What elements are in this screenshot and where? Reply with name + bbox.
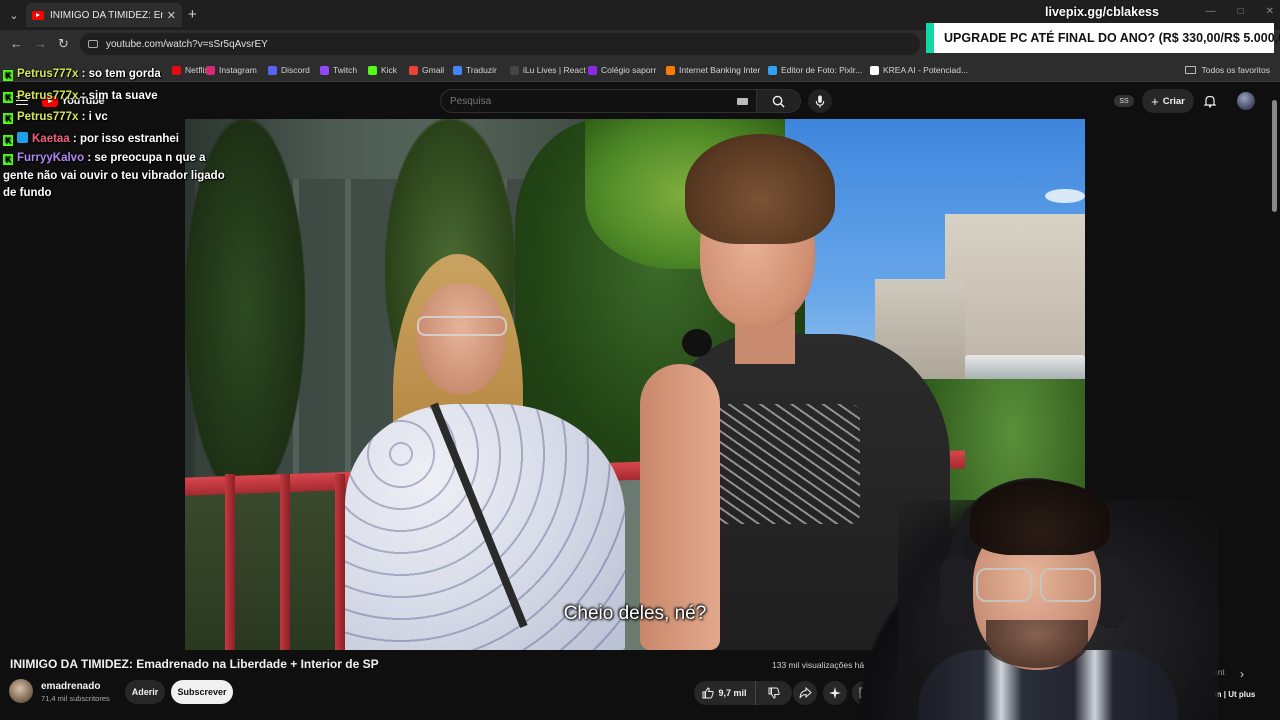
chat-message: K Petrus777x : i vc — [3, 107, 243, 129]
reload-icon[interactable]: ↻ — [58, 36, 69, 52]
microphone-icon — [815, 94, 825, 108]
chat-message: K Petrus777x : so tem gorda — [3, 64, 243, 86]
bookmark-colegio[interactable]: Colégio saporr — [588, 65, 656, 75]
ask-ai-button[interactable] — [823, 681, 847, 705]
man-shirt-print — [710, 404, 860, 524]
woman-glasses — [417, 316, 507, 336]
account-avatar[interactable] — [1237, 92, 1255, 110]
all-bookmarks[interactable]: Todos os favoritos — [1185, 65, 1270, 75]
page-scrollbar-thumb[interactable] — [1272, 100, 1277, 212]
bookmark-pixlr[interactable]: Editor de Foto: Pixlr... — [768, 65, 862, 75]
video-person-woman — [335, 254, 625, 650]
create-button[interactable]: + Criar — [1142, 89, 1194, 113]
tab-close-icon[interactable]: ✕ — [167, 9, 176, 22]
ilu-lives-icon — [510, 65, 519, 75]
pixlr-icon — [768, 65, 777, 75]
url-text: youtube.com/watch?v=sSr5qAvsrEY — [106, 38, 268, 50]
bookmark-gmail[interactable]: Gmail — [409, 65, 444, 75]
forward-arrow-icon[interactable]: → — [34, 36, 47, 51]
dislike-button[interactable] — [756, 681, 792, 705]
youtube-favicon-icon — [32, 10, 44, 20]
kick-badge-icon: K — [3, 70, 13, 81]
bookmark-kick[interactable]: Kick — [368, 65, 397, 75]
join-button[interactable]: Aderir — [125, 680, 165, 704]
stream-chat-overlay: K Petrus777x : so tem gorda K Petrus777x :… — [3, 64, 243, 203]
search-bar — [440, 89, 801, 113]
address-bar[interactable]: youtube.com/watch?v=sSr5qAvsrEY — [80, 33, 920, 55]
bookmark-traduzir[interactable]: Traduzir — [453, 65, 497, 75]
tab-search-chevron-icon[interactable]: ⌄ — [4, 5, 24, 25]
chat-message: K Petrus777x : sim ta suave — [3, 86, 243, 108]
video-scene-cloud — [1045, 189, 1085, 203]
bookmark-twitch[interactable]: Twitch — [320, 65, 357, 75]
twitch-icon — [320, 65, 329, 75]
chevron-right-icon[interactable]: › — [1240, 667, 1244, 681]
channel-name[interactable]: emadrenado — [41, 681, 100, 692]
bookmark-discord[interactable]: Discord — [268, 65, 310, 75]
like-count: 9,7 mil — [718, 688, 747, 698]
sparkle-icon — [829, 687, 841, 699]
bookmark-ilu-lives[interactable]: iLu Lives | React — [510, 65, 586, 75]
keyboard-icon[interactable] — [737, 97, 748, 105]
like-dislike-group: 9,7 mil — [694, 681, 792, 705]
plus-icon: + — [1151, 93, 1159, 109]
chat-message: K Kaetaa : por isso estranhei — [3, 129, 243, 151]
kick-badge-icon: K — [3, 134, 13, 146]
share-icon — [799, 687, 812, 699]
man-microphone — [682, 329, 712, 357]
streamer-webcam — [858, 470, 1218, 720]
krea-icon — [870, 65, 879, 75]
tab-title: INIMIGO DA TIMIDEZ: Emadrenado na Liberd… — [50, 9, 163, 21]
gmail-icon — [409, 65, 418, 75]
new-tab-plus-icon[interactable]: + — [188, 6, 197, 23]
colegio-icon — [588, 65, 597, 75]
voice-search-button[interactable] — [808, 89, 832, 113]
browser-tab-active[interactable]: INIMIGO DA TIMIDEZ: Emadrenado na Liberd… — [26, 3, 182, 27]
kick-badge-icon: K — [3, 91, 13, 103]
livepix-handle: livepix.gg/cblakess — [1045, 5, 1159, 19]
search-button[interactable] — [756, 90, 800, 112]
thumbs-down-icon — [768, 687, 780, 699]
subscriber-badge-icon — [17, 131, 28, 143]
close-window-icon[interactable]: ✕ — [1266, 6, 1274, 17]
chat-message: K FurryyKalvo : se preocupa n que a gente… — [3, 152, 225, 199]
site-settings-icon[interactable] — [88, 40, 98, 48]
streamer-glasses — [970, 568, 1102, 602]
man-hair — [685, 134, 835, 244]
folder-icon — [1185, 66, 1197, 74]
share-button[interactable] — [793, 681, 817, 705]
bookmark-banking-inter[interactable]: Internet Banking Inter — [666, 65, 760, 75]
streamer-beard — [986, 620, 1088, 668]
bookmark-krea[interactable]: KREA AI - Potenciad... — [870, 65, 968, 75]
subscribe-button[interactable]: Subscrever — [171, 680, 233, 704]
translate-icon — [453, 65, 462, 75]
kick-badge-icon: K — [3, 154, 13, 165]
kick-icon — [368, 65, 377, 75]
bank-inter-icon — [666, 65, 675, 75]
back-arrow-icon[interactable]: ← — [10, 36, 23, 51]
kick-badge-icon: K — [3, 113, 13, 124]
discord-icon — [268, 65, 277, 75]
like-button[interactable]: 9,7 mil — [694, 681, 756, 705]
minimize-icon[interactable]: — — [1206, 6, 1216, 17]
video-title: INIMIGO DA TIMIDEZ: Emadrenado na Liberd… — [10, 657, 379, 671]
donation-goal-banner: UPGRADE PC ATÉ FINAL DO ANO? (R$ 330,00/… — [926, 23, 1280, 53]
view-count: 133 mil visualizações há — [772, 660, 865, 670]
notifications-bell-icon[interactable] — [1203, 94, 1217, 113]
subscriber-count: 71,4 mil subscritores — [41, 694, 110, 703]
search-input[interactable] — [441, 90, 737, 112]
streamer-hair — [970, 480, 1110, 555]
thumbs-up-icon — [702, 687, 715, 699]
woman-face — [417, 284, 505, 394]
ss-badge[interactable]: SS — [1114, 95, 1134, 107]
window-controls: — □ ✕ — [1206, 6, 1274, 17]
channel-avatar[interactable] — [9, 679, 33, 703]
search-icon — [772, 95, 785, 108]
maximize-icon[interactable]: □ — [1238, 6, 1244, 17]
